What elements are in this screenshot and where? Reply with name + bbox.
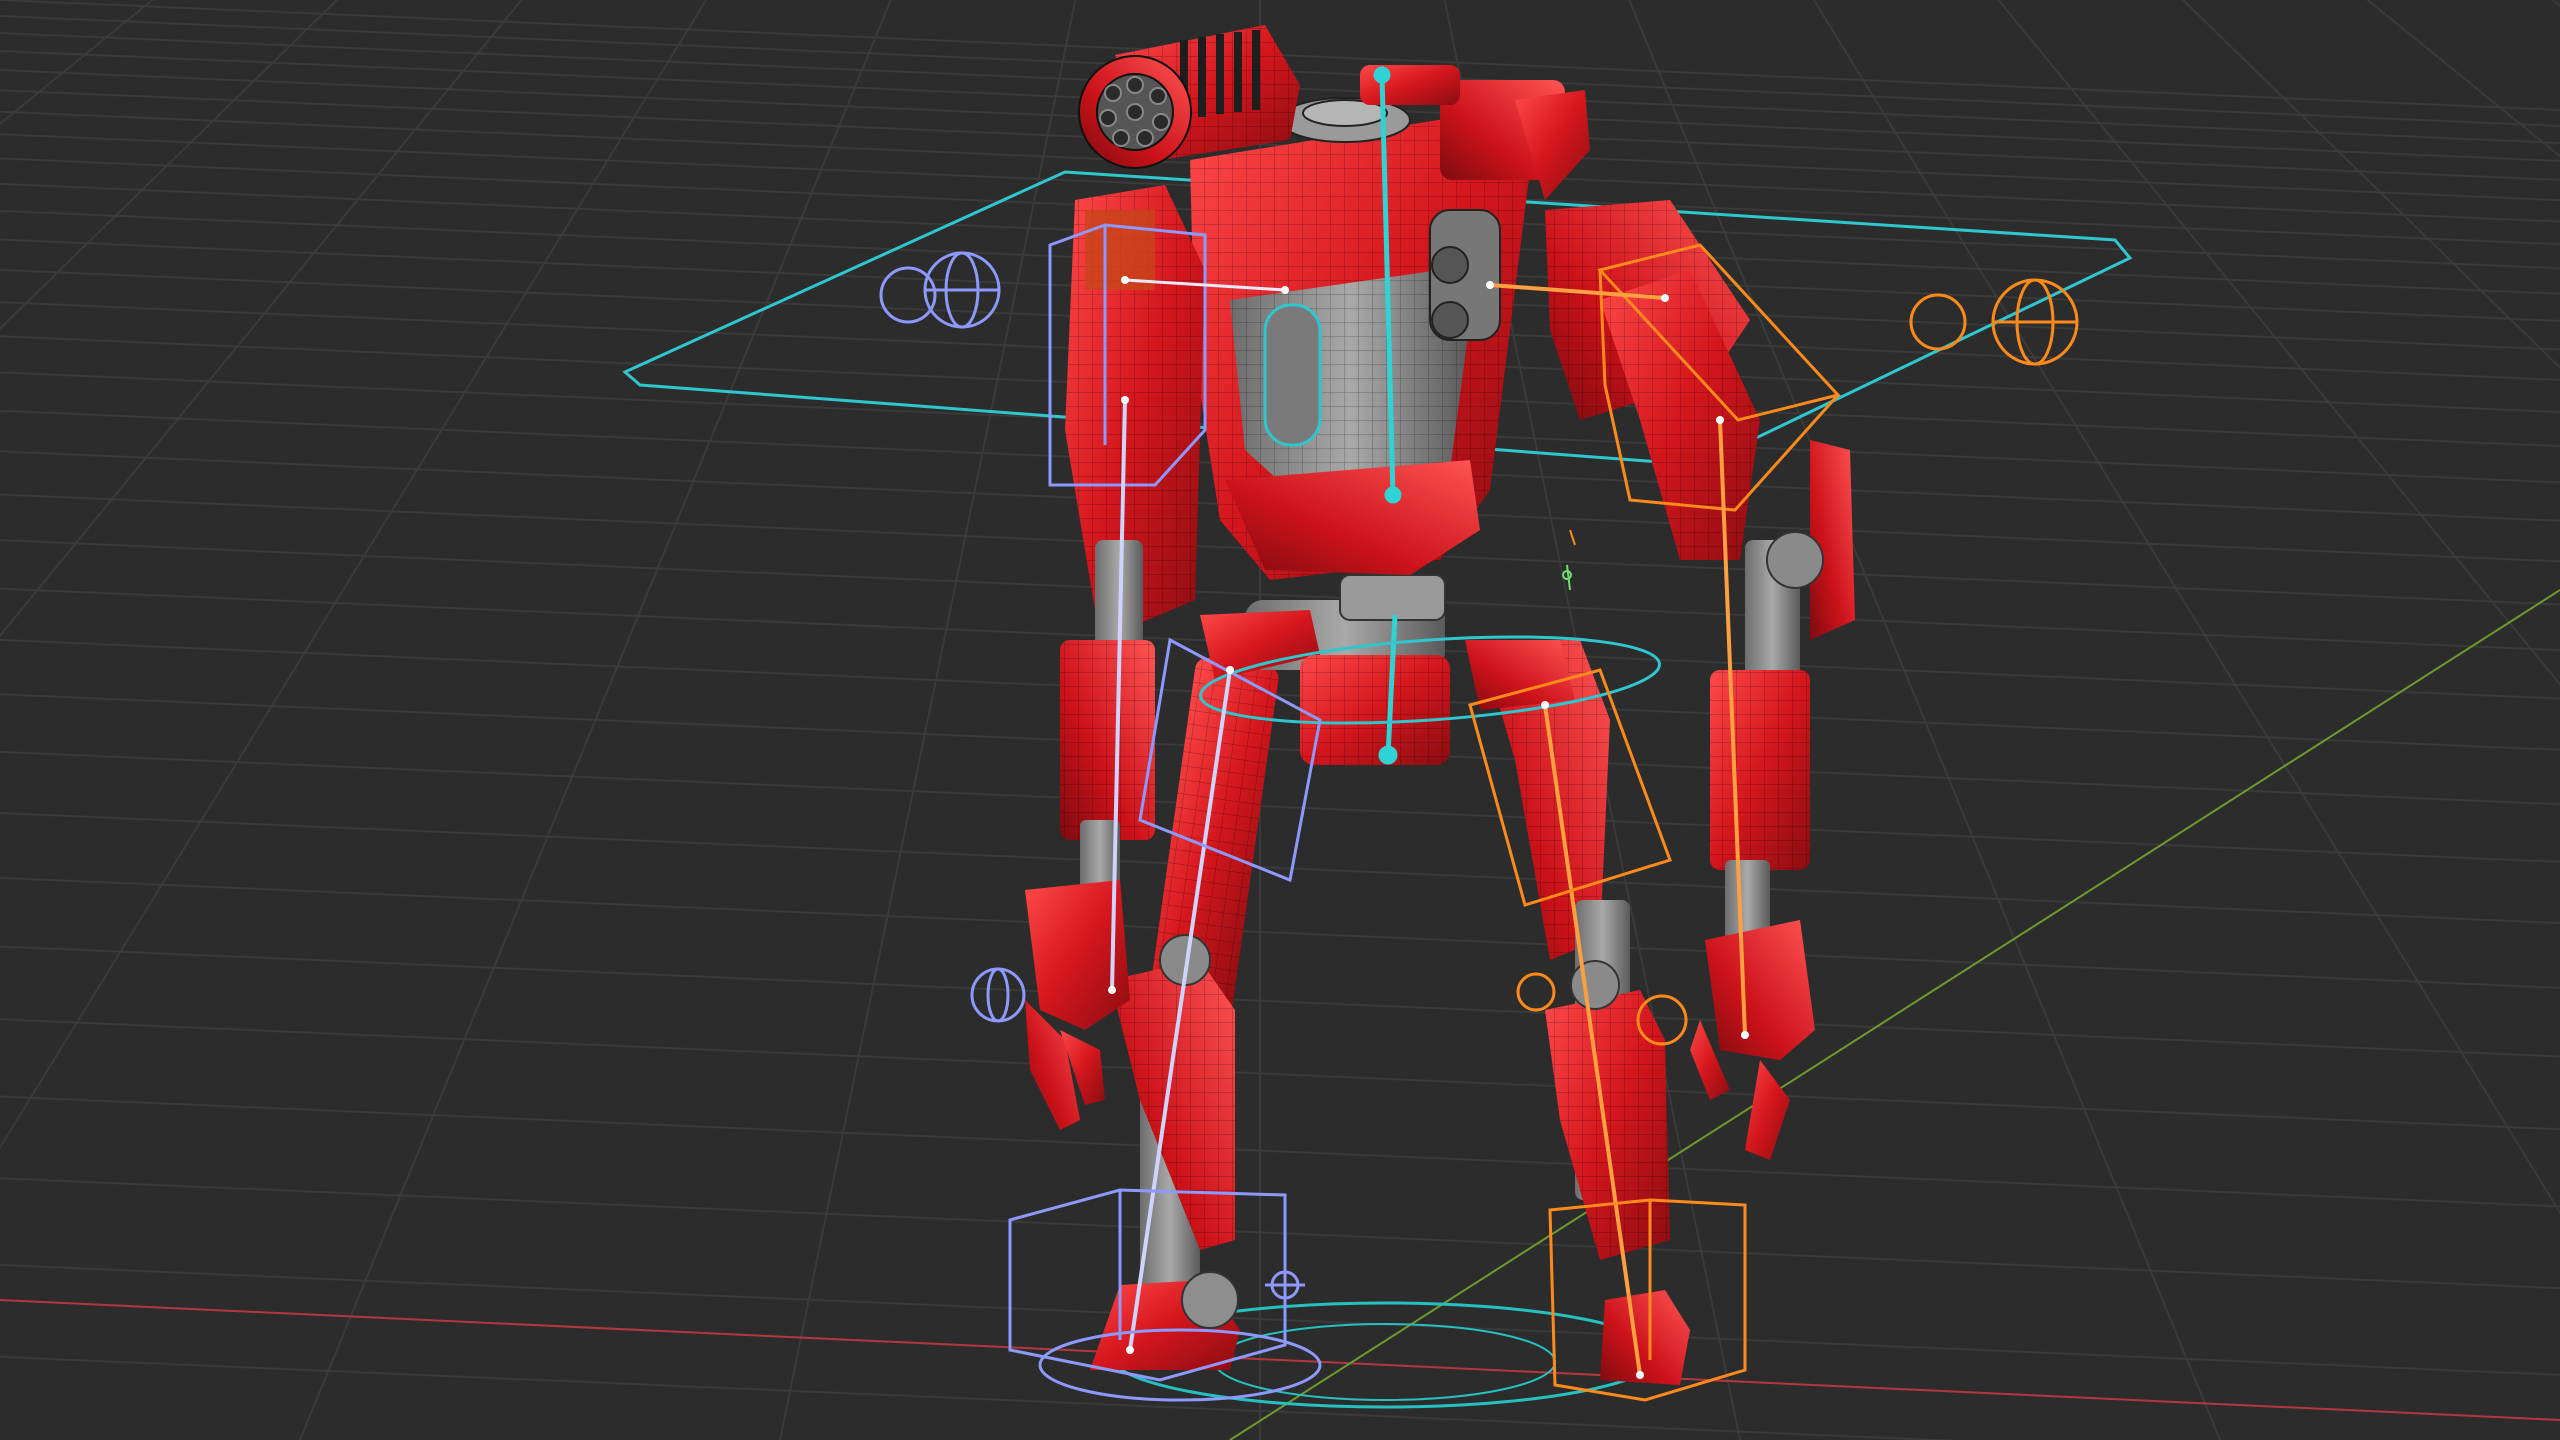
right-leg[interactable]	[1480, 640, 1690, 1385]
viewport-canvas[interactable]	[0, 0, 2560, 1440]
3d-viewport[interactable]	[0, 0, 2560, 1440]
root-controller-inner[interactable]	[1214, 1323, 1556, 1401]
shoulder-cannon[interactable]	[1078, 25, 1300, 169]
